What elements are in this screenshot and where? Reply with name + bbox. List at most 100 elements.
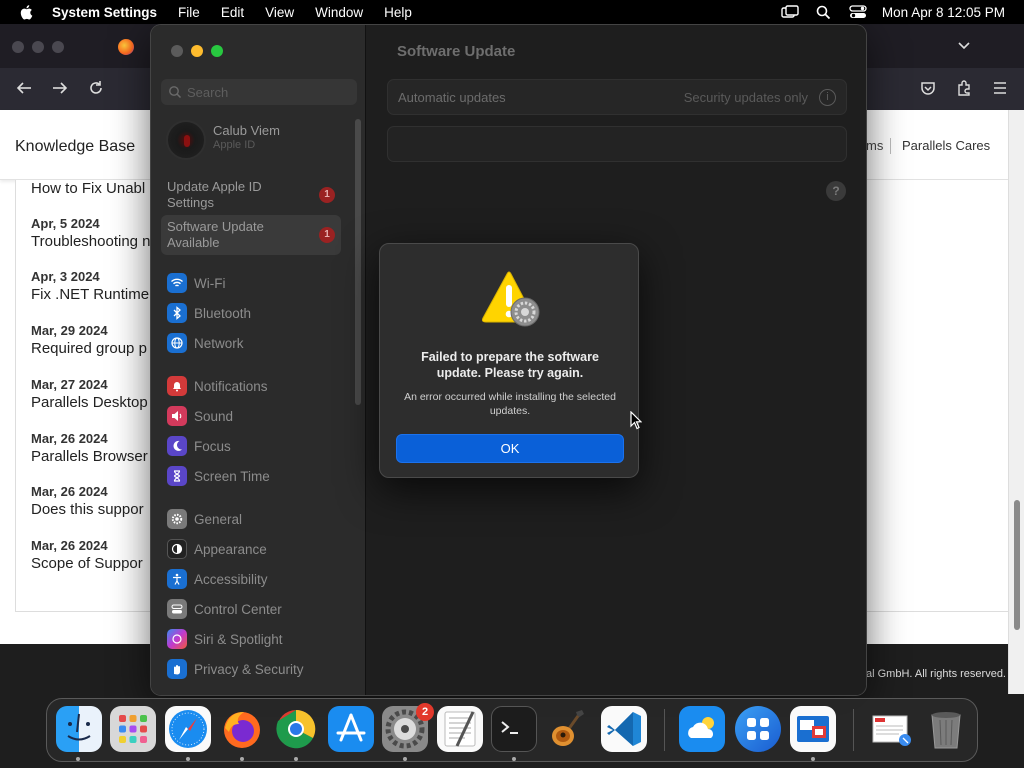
control-center-icon[interactable] [848, 4, 868, 20]
sidebar-item-wifi[interactable]: Wi-Fi [167, 271, 357, 295]
trash-icon[interactable] [923, 706, 969, 752]
terminal-icon[interactable] [491, 706, 537, 752]
back-arrow-icon[interactable] [15, 79, 33, 97]
warning-icon [481, 271, 540, 327]
settings-search[interactable] [161, 79, 357, 105]
kb-article-link[interactable]: How to Fix Unabl [31, 180, 145, 197]
menu-file[interactable]: File [178, 5, 200, 20]
browser-close-button[interactable] [12, 41, 24, 53]
help-button[interactable]: ? [826, 181, 846, 201]
kb-article-title[interactable]: Fix .NET Runtime [31, 286, 149, 303]
kb-article-title[interactable]: Troubleshooting n [31, 233, 151, 250]
menu-clock[interactable]: Mon Apr 8 12:05 PM [882, 5, 1005, 20]
launchpad-icon[interactable] [110, 706, 156, 752]
parallels-folder-icon[interactable] [790, 706, 836, 752]
weather-cloud-icon[interactable] [679, 706, 725, 752]
moon-icon [167, 436, 187, 456]
tab-list-chevron-icon[interactable] [957, 38, 971, 52]
window-zoom-button[interactable] [211, 45, 223, 57]
sidebar-label: Notifications [194, 378, 268, 394]
kb-article-title[interactable]: Scope of Suppor [31, 555, 143, 572]
kb-article-item[interactable]: Mar, 26 2024 Does this suppor [31, 484, 144, 518]
window-close-button[interactable] [171, 45, 183, 57]
search-input[interactable] [187, 83, 347, 101]
sidebar-item-privacy-security[interactable]: Privacy & Security [167, 657, 357, 681]
apple-menu-icon[interactable] [18, 3, 36, 21]
kb-article-item[interactable]: Mar, 29 2024 Required group p [31, 323, 147, 357]
menu-app-name[interactable]: System Settings [52, 5, 157, 20]
sidebar-label: Bluetooth [194, 305, 252, 321]
kb-article-item[interactable]: Apr, 5 2024 Troubleshooting n [31, 216, 151, 250]
sidebar-label: Privacy & Security [194, 661, 304, 677]
notice-label: Software Update Available [167, 219, 264, 250]
firefox-tab-icon[interactable] [118, 39, 134, 55]
accessibility-icon [167, 569, 187, 589]
menu-help[interactable]: Help [384, 5, 412, 20]
kb-article-item[interactable]: Mar, 26 2024 Scope of Suppor [31, 538, 143, 572]
preview-document-icon[interactable] [869, 706, 915, 752]
dock-divider [853, 709, 854, 751]
vscode-icon[interactable] [601, 706, 647, 752]
kb-article-date: Mar, 29 2024 [31, 323, 108, 338]
sidebar-label: Control Center [194, 601, 282, 617]
forward-arrow-icon[interactable] [51, 79, 69, 97]
pocket-icon[interactable] [919, 79, 937, 97]
sidebar-notice-software-update[interactable]: Software Update Available 1 [161, 215, 341, 255]
window-minimize-button[interactable] [191, 45, 203, 57]
automatic-updates-row[interactable]: Automatic updates Security updates only … [387, 79, 847, 115]
globe-icon [167, 333, 187, 353]
reload-icon[interactable] [87, 79, 105, 97]
sidebar-scrollbar[interactable] [355, 119, 361, 405]
extensions-icon[interactable] [955, 79, 973, 97]
hamburger-menu-icon[interactable] [991, 79, 1009, 97]
screen-mirroring-icon[interactable] [780, 4, 800, 20]
hourglass-icon [167, 466, 187, 486]
menu-window[interactable]: Window [315, 5, 363, 20]
kb-article-title[interactable]: Parallels Browser [31, 448, 148, 465]
garageband-icon[interactable] [546, 706, 592, 752]
account-name: Calub Viem [213, 123, 280, 138]
kb-article-item[interactable]: Mar, 26 2024 Parallels Browser [31, 431, 148, 465]
browser-scrollbar[interactable] [1008, 110, 1024, 694]
bell-icon [167, 376, 187, 396]
textedit-icon[interactable] [437, 706, 483, 752]
sidebar-item-sound[interactable]: Sound [167, 404, 357, 428]
app-store-icon[interactable] [328, 706, 374, 752]
kb-article-item[interactable]: Apr, 3 2024 Fix .NET Runtime [31, 269, 149, 303]
sidebar-item-screen-time[interactable]: Screen Time [167, 464, 357, 488]
sidebar-label: Appearance [194, 541, 267, 557]
sidebar-item-siri-spotlight[interactable]: Siri & Spotlight [167, 627, 357, 651]
gear-icon [167, 509, 187, 529]
kb-nav-partial-link[interactable]: ms [866, 138, 883, 153]
info-icon[interactable]: i [819, 89, 836, 106]
finder-icon[interactable] [56, 706, 102, 752]
chrome-icon[interactable] [273, 706, 319, 752]
scrollbar-thumb[interactable] [1014, 500, 1020, 630]
kb-site-title[interactable]: Knowledge Base [15, 138, 135, 156]
safari-icon[interactable] [165, 706, 211, 752]
notification-badge: 1 [319, 187, 335, 203]
kb-article-title[interactable]: Does this suppor [31, 501, 144, 518]
sidebar-item-accessibility[interactable]: Accessibility [167, 567, 357, 591]
firefox-icon[interactable] [219, 706, 265, 752]
kb-article-title[interactable]: Required group p [31, 340, 147, 357]
browser-maximize-button[interactable] [52, 41, 64, 53]
sidebar-item-appearance[interactable]: Appearance [167, 537, 357, 561]
kb-article-title[interactable]: Parallels Desktop [31, 394, 148, 411]
menu-edit[interactable]: Edit [221, 5, 244, 20]
kb-article-item[interactable]: Mar, 27 2024 Parallels Desktop [31, 377, 148, 411]
sidebar-item-network[interactable]: Network [167, 331, 357, 355]
parallels-app-icon[interactable] [735, 706, 781, 752]
sidebar-notice-apple-id[interactable]: Update Apple ID Settings 1 [161, 175, 341, 215]
kb-nav-parallels-cares[interactable]: Parallels Cares [902, 138, 990, 153]
browser-minimize-button[interactable] [32, 41, 44, 53]
apple-id-account[interactable]: Calub Viem Apple ID [166, 120, 356, 160]
sidebar-item-notifications[interactable]: Notifications [167, 374, 357, 398]
ok-button[interactable]: OK [396, 434, 624, 463]
sidebar-item-focus[interactable]: Focus [167, 434, 357, 458]
sidebar-item-general[interactable]: General [167, 507, 357, 531]
spotlight-search-icon[interactable] [814, 4, 834, 20]
menu-view[interactable]: View [265, 5, 294, 20]
sidebar-item-bluetooth[interactable]: Bluetooth [167, 301, 357, 325]
sidebar-item-control-center[interactable]: Control Center [167, 597, 357, 621]
